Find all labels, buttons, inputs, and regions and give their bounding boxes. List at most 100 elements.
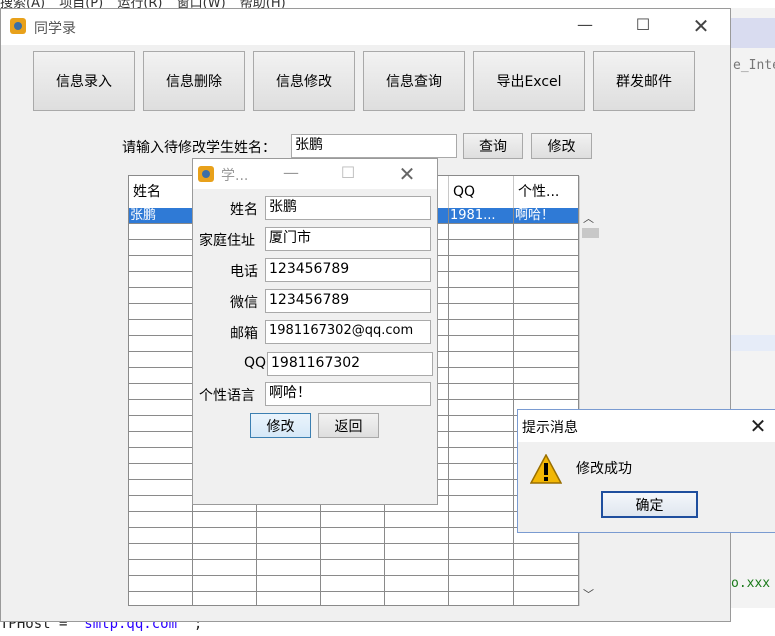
close-icon[interactable]: ✕ — [393, 162, 421, 186]
table-cell — [193, 576, 257, 592]
edit-dialog-title: 学... — [221, 168, 249, 184]
table-cell — [514, 544, 578, 560]
motto-field[interactable]: 啊哈！ — [265, 382, 431, 406]
student-name-prompt: 请输入待修改学生姓名： — [122, 140, 276, 156]
scroll-down-icon[interactable]: ﹀ — [583, 586, 594, 602]
table-cell: 啊哈！ — [514, 208, 578, 224]
message-text: 修改成功 — [576, 461, 632, 477]
table-row[interactable] — [129, 560, 578, 576]
close-icon[interactable]: ✕ — [687, 14, 715, 38]
table-cell — [321, 592, 385, 605]
mass-email-button[interactable]: 群发邮件 — [593, 51, 695, 111]
table-cell — [449, 544, 514, 560]
minimize-icon[interactable]: — — [277, 163, 305, 182]
name-field[interactable]: 张鹏 — [265, 196, 431, 220]
field-label-email: 邮箱 — [230, 326, 258, 342]
table-cell — [449, 512, 514, 528]
qq-field[interactable]: 1981167302 — [267, 352, 433, 376]
table-cell — [257, 544, 321, 560]
table-cell — [449, 352, 514, 368]
table-cell — [257, 528, 321, 544]
table-cell — [129, 576, 193, 592]
table-cell — [385, 560, 449, 576]
table-cell — [129, 240, 193, 256]
modify-info-button[interactable]: 信息修改 — [253, 51, 355, 111]
table-cell — [514, 304, 578, 320]
table-cell — [193, 560, 257, 576]
table-cell — [514, 320, 578, 336]
java-app-icon — [10, 18, 26, 34]
table-cell — [449, 224, 514, 240]
table-cell — [129, 272, 193, 288]
table-row[interactable] — [129, 512, 578, 528]
table-cell — [257, 560, 321, 576]
phone-field[interactable]: 123456789 — [265, 258, 431, 282]
address-field[interactable]: 厦门市 — [265, 227, 431, 251]
table-row[interactable] — [129, 544, 578, 560]
email-field[interactable]: 1981167302@qq.com — [265, 320, 431, 344]
query-info-button[interactable]: 信息查询 — [363, 51, 465, 111]
table-cell: 1981... — [449, 208, 514, 224]
ide-outline-text: e_Inte — [733, 58, 775, 73]
table-cell — [321, 512, 385, 528]
student-name-input[interactable]: 张鹏 — [291, 134, 457, 158]
field-label-name: 姓名 — [230, 202, 258, 218]
table-cell — [449, 336, 514, 352]
table-cell — [449, 480, 514, 496]
table-cell — [129, 304, 193, 320]
minimize-icon[interactable]: — — [571, 15, 599, 34]
table-cell — [449, 432, 514, 448]
table-cell — [449, 272, 514, 288]
table-cell — [129, 448, 193, 464]
table-cell — [449, 384, 514, 400]
table-row[interactable] — [129, 576, 578, 592]
table-cell — [449, 496, 514, 512]
ide-menu-bar: 搜索(A) 项目(P) 运行(R) 窗口(W) 帮助(H) — [0, 0, 296, 11]
wechat-field[interactable]: 123456789 — [265, 289, 431, 313]
column-header-qq[interactable]: QQ — [449, 176, 514, 208]
table-cell — [514, 256, 578, 272]
table-cell — [449, 400, 514, 416]
modify-button[interactable]: 修改 — [531, 133, 592, 159]
table-cell — [514, 240, 578, 256]
dialog-modify-button[interactable]: 修改 — [250, 413, 311, 438]
java-app-icon — [198, 166, 214, 182]
table-cell — [385, 512, 449, 528]
table-cell — [321, 560, 385, 576]
table-row[interactable] — [129, 592, 578, 605]
message-titlebar: 提示消息 ✕ — [518, 410, 775, 442]
table-cell — [514, 224, 578, 240]
table-cell — [514, 560, 578, 576]
edit-dialog-titlebar: 学... — ☐ ✕ — [193, 159, 437, 189]
table-cell — [129, 512, 193, 528]
table-row[interactable] — [129, 528, 578, 544]
message-title: 提示消息 — [522, 420, 578, 436]
table-cell — [449, 240, 514, 256]
maximize-icon[interactable]: ☐ — [334, 163, 362, 182]
table-cell — [257, 512, 321, 528]
table-vertical-scrollbar[interactable]: ︿ ﹀ — [579, 176, 601, 606]
maximize-icon[interactable]: ☐ — [629, 15, 657, 34]
table-cell — [129, 544, 193, 560]
column-header-motto[interactable]: 个性... — [514, 176, 578, 208]
table-cell — [129, 336, 193, 352]
ok-button[interactable]: 确定 — [601, 491, 698, 518]
table-cell — [514, 368, 578, 384]
scrollbar-thumb[interactable] — [582, 228, 599, 238]
table-cell — [129, 560, 193, 576]
table-cell — [129, 464, 193, 480]
back-button[interactable]: 返回 — [318, 413, 379, 438]
table-cell — [514, 384, 578, 400]
main-window-title: 同学录 — [34, 21, 76, 37]
query-button[interactable]: 查询 — [463, 133, 523, 159]
table-cell — [129, 384, 193, 400]
scroll-up-icon[interactable]: ︿ — [583, 210, 594, 226]
delete-info-button[interactable]: 信息删除 — [143, 51, 245, 111]
table-cell — [129, 256, 193, 272]
add-info-button[interactable]: 信息录入 — [33, 51, 135, 111]
close-icon[interactable]: ✕ — [744, 414, 772, 438]
table-cell — [449, 288, 514, 304]
column-header-name[interactable]: 姓名 — [129, 176, 193, 208]
export-excel-button[interactable]: 导出Excel — [473, 51, 585, 111]
table-cell — [129, 432, 193, 448]
